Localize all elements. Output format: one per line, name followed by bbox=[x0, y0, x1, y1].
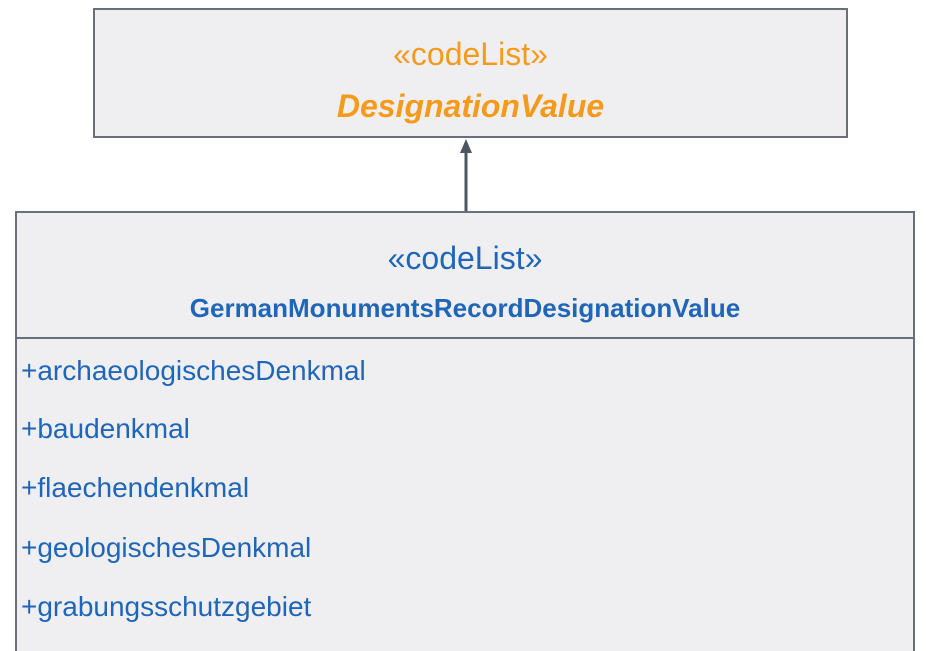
attribute-item: +grabungsschutzgebiet bbox=[21, 591, 312, 622]
compartment-divider bbox=[17, 337, 913, 339]
generalization-arrowhead bbox=[460, 139, 472, 153]
child-class-name: GermanMonumentsRecordDesignationValue bbox=[189, 293, 741, 323]
attribute-item: +geologischesDenkmal bbox=[21, 532, 312, 563]
child-class-box: «codeList» GermanMonumentsRecordDesignat… bbox=[15, 211, 915, 651]
attribute-item: +archaeologischesDenkmal bbox=[21, 355, 366, 386]
attribute-item: +baudenkmal bbox=[21, 413, 190, 444]
attribute-item: +flaechendenkmal bbox=[21, 472, 250, 503]
child-class-stereotype: «codeList» bbox=[387, 240, 543, 276]
